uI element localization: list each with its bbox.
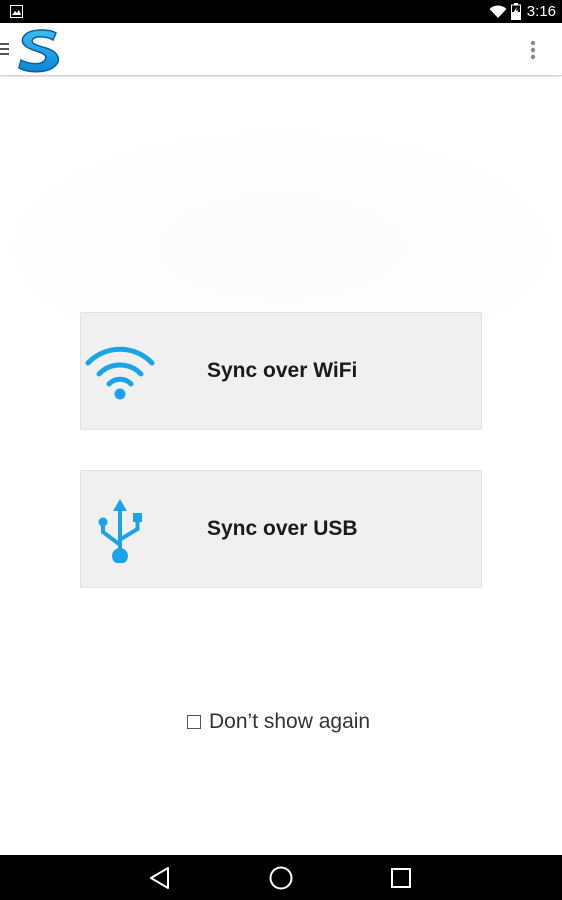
sync-usb-button[interactable]: Sync over USB [80,470,482,588]
status-time: 3:16 [526,3,556,20]
recents-icon[interactable] [388,865,414,891]
wifi-icon [85,346,155,400]
image-notification-icon [10,5,23,18]
usb-icon [98,499,142,563]
app-logo[interactable] [16,27,64,73]
dont-show-again-option[interactable]: Don’t show again [187,709,370,735]
back-icon[interactable] [147,865,173,891]
navigation-bar [0,855,562,900]
home-icon[interactable] [268,865,294,891]
overflow-menu-icon[interactable] [530,40,536,60]
dont-show-again-label: Don’t show again [209,710,371,733]
sync-usb-label: Sync over USB [207,517,358,540]
action-bar [0,23,562,76]
drawer-menu-icon[interactable] [0,42,9,56]
wifi-signal-icon [489,4,507,18]
status-indicators: 3:16 [489,2,556,21]
dont-show-again-checkbox[interactable] [187,715,201,729]
status-bar: 3:16 [0,0,562,23]
sync-wifi-label: Sync over WiFi [207,359,358,382]
main-content: Sync over WiFi Sync over USB Don’t show … [0,77,562,855]
sync-wifi-button[interactable]: Sync over WiFi [80,312,482,430]
battery-charging-icon [510,3,521,20]
